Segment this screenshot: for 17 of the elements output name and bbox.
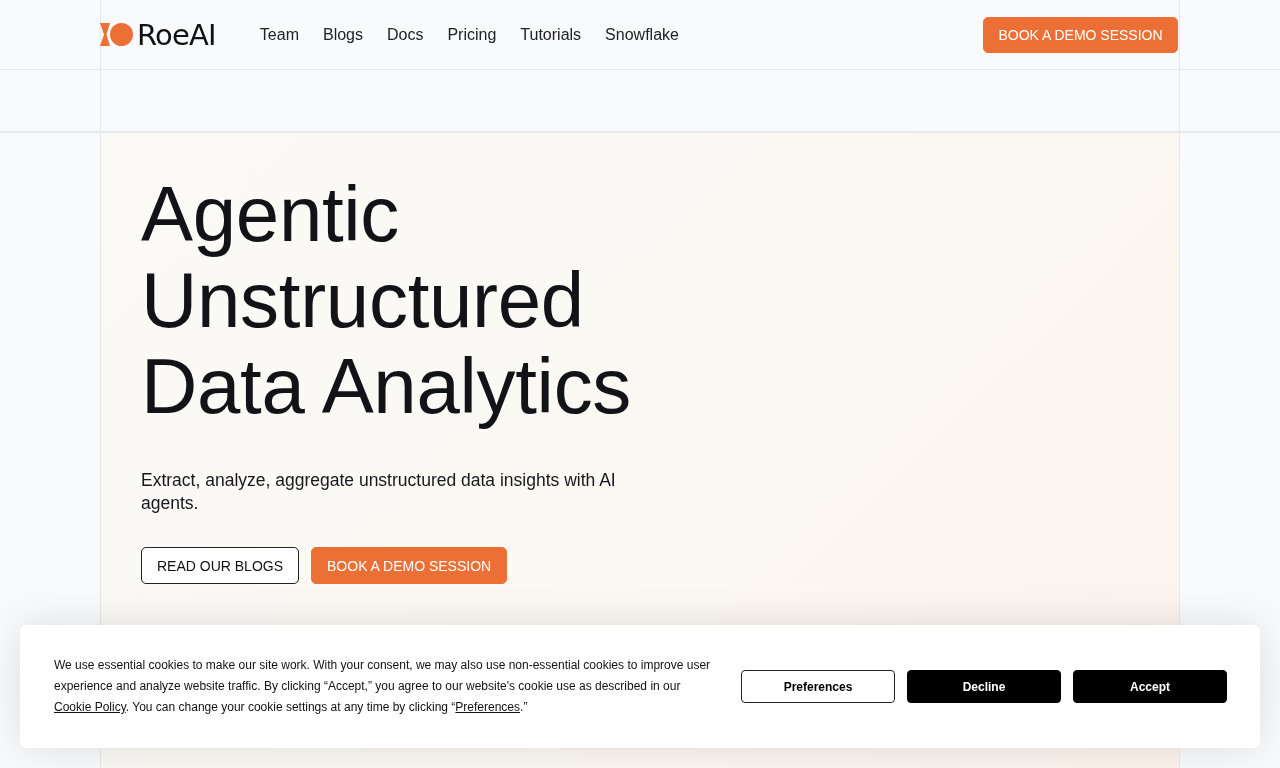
nav-link[interactable]: Docs	[387, 25, 424, 44]
cookie-button[interactable]: Preferences	[741, 670, 895, 703]
cookie-link[interactable]: Preferences	[455, 700, 521, 714]
logo-icon	[100, 23, 133, 46]
nav-link[interactable]: Pricing	[447, 25, 497, 44]
cookie-link[interactable]: Cookie Policy	[54, 700, 126, 714]
read-blogs-button[interactable]: READ OUR BLOGS	[141, 547, 300, 584]
cookie-button[interactable]: Decline	[907, 670, 1061, 703]
brand-name[interactable]: RoeAI	[137, 17, 216, 52]
hero-title: Agentic Unstructured Data Analytics	[141, 171, 633, 429]
hero-subtitle: Extract, analyze, aggregate unstructured data insights with AI agents.	[141, 469, 617, 515]
cookie-message: We use essential cookies to make our site work. With your consent, we may also use non-essential cookies to improve user experience and analyze website traffic. By clicking “Accept,” you agree to our website's cookie use as described in our Cookie Policy. You can change your cookie settings at any time by clicking “Preferences.”	[54, 657, 712, 716]
nav-link[interactable]: Snowflake	[605, 25, 679, 44]
nav-link[interactable]: Team	[259, 25, 299, 44]
nav-link[interactable]: Tutorials	[520, 25, 582, 44]
cookie-button[interactable]: Accept	[1073, 670, 1227, 703]
nav-link[interactable]: Blogs	[322, 25, 363, 44]
